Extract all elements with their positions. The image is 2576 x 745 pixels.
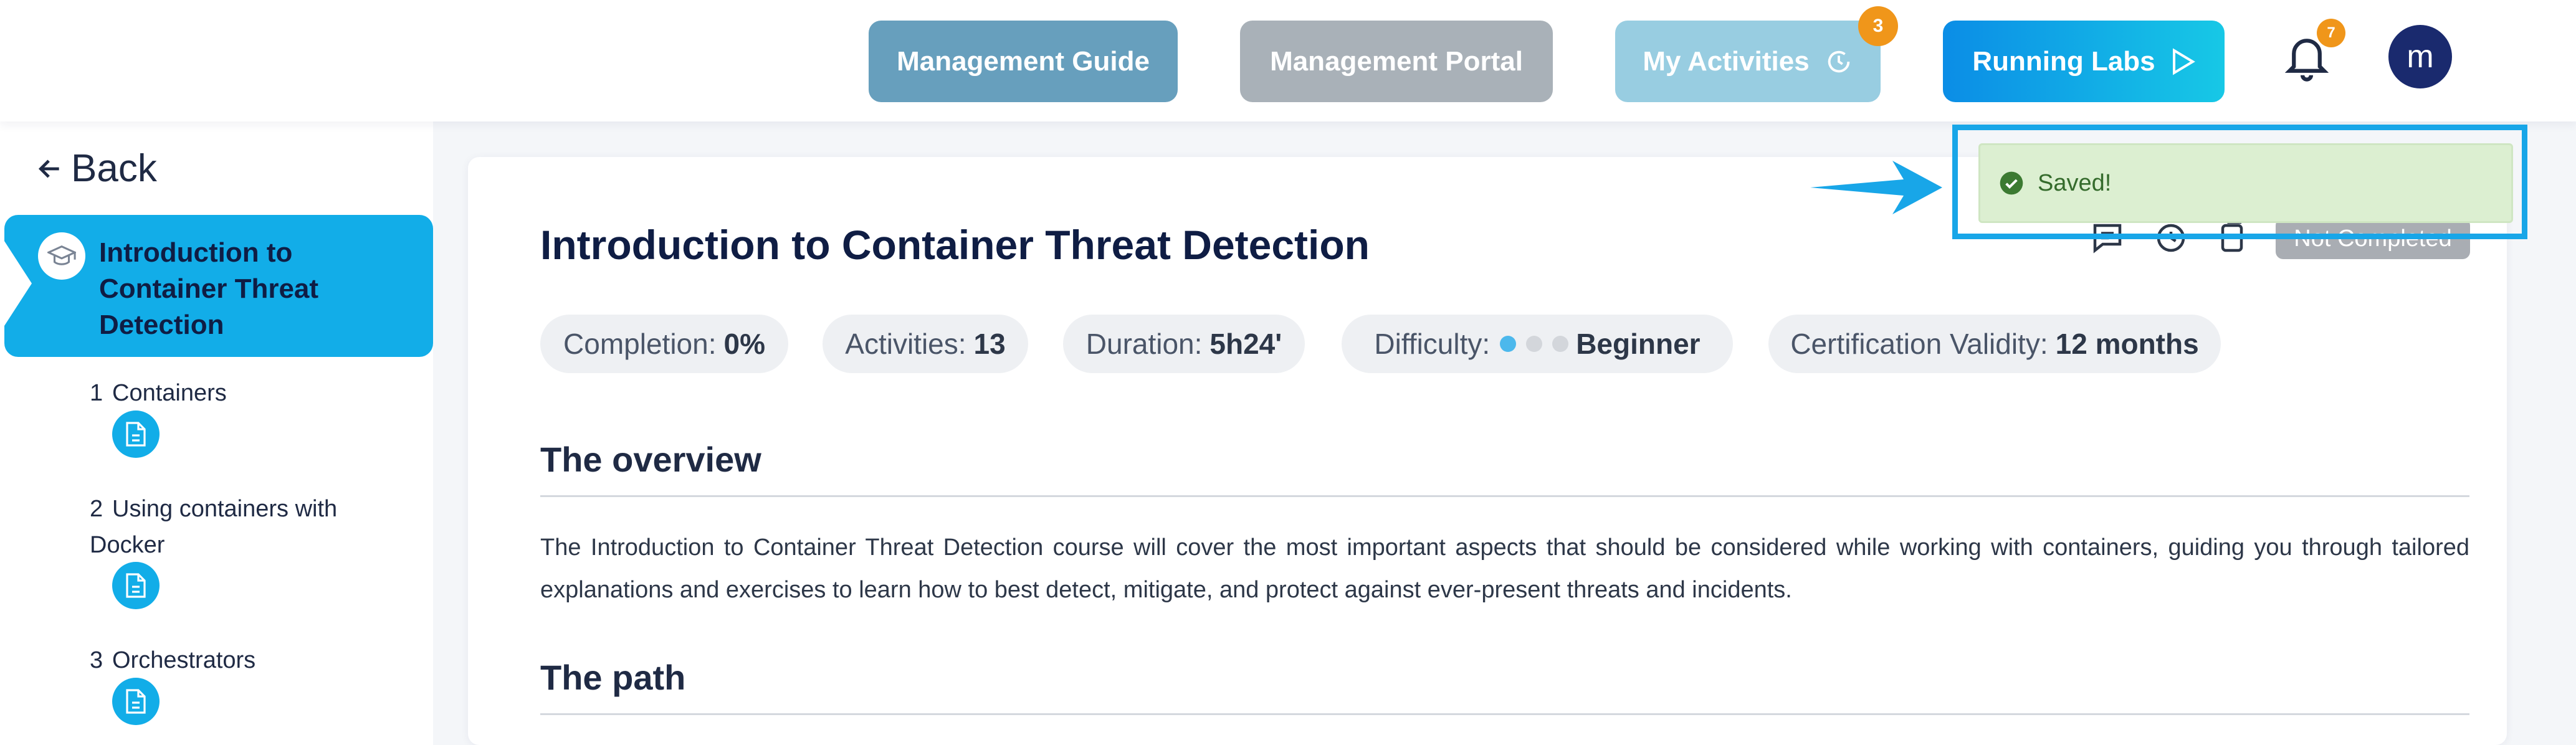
management-guide-button[interactable]: Management Guide — [869, 21, 1178, 102]
divider — [540, 713, 2469, 715]
completion-label: Completion: — [563, 328, 717, 360]
lesson-number: 1 — [90, 380, 103, 406]
duration-label: Duration: — [1085, 328, 1203, 360]
active-marker — [4, 241, 32, 326]
page-title: Introduction to Container Threat Detecti… — [540, 222, 1370, 268]
arrow-left-icon — [38, 159, 59, 178]
overview-heading: The overview — [540, 440, 761, 479]
certification-validity-stat: Certification Validity: 12 months — [1768, 315, 2221, 373]
back-label: Back — [71, 147, 157, 190]
sidebar-item-active-course[interactable]: Introduction to Container Threat Detecti… — [4, 215, 433, 357]
sidebar-item-lesson-1[interactable]: 1 Containers — [90, 375, 227, 411]
avatar[interactable]: m — [2388, 25, 2452, 88]
top-header: Management Guide Management Portal My Ac… — [0, 0, 2576, 121]
my-activities-button[interactable]: My Activities — [1615, 21, 1881, 102]
validity-value: 12 months — [2055, 328, 2199, 360]
difficulty-value: Beginner — [1576, 328, 1701, 360]
graduation-cap-icon — [38, 232, 85, 280]
difficulty-dot-1 — [1500, 336, 1517, 352]
lesson-label: Containers — [112, 380, 227, 406]
running-labs-button[interactable]: Running Labs — [1943, 21, 2225, 102]
difficulty-dot-3 — [1552, 336, 1569, 352]
lesson-label: Using containers with Docker — [90, 496, 338, 558]
duration-value: 5h24' — [1209, 328, 1282, 360]
sidebar-item-lesson-3[interactable]: 3 Orchestrators — [90, 642, 255, 678]
saved-toast: Saved! — [1978, 143, 2513, 223]
annotation-arrow-icon — [1810, 161, 1942, 214]
toast-message: Saved! — [2038, 169, 2112, 196]
active-course-title: Introduction to Container Threat Detecti… — [99, 237, 319, 340]
management-portal-label: Management Portal — [1270, 45, 1523, 77]
course-sidebar: Back Introduction to Container Threat De… — [0, 121, 433, 745]
lesson-number: 3 — [90, 647, 103, 673]
notifications-count-badge: 7 — [2317, 19, 2345, 47]
management-guide-label: Management Guide — [897, 45, 1150, 77]
difficulty-stat: Difficulty: Beginner — [1342, 315, 1733, 373]
divider — [540, 495, 2469, 497]
activities-label: Activities: — [845, 328, 966, 360]
overview-text: The Introduction to Container Threat Det… — [540, 534, 2469, 603]
completion-value: 0% — [723, 328, 765, 360]
document-icon[interactable] — [112, 410, 160, 458]
play-icon — [2172, 47, 2195, 75]
lesson-label: Orchestrators — [112, 647, 256, 673]
activities-stat: Activities: 13 — [823, 315, 1028, 373]
path-heading: The path — [540, 658, 686, 697]
check-circle-icon — [2000, 171, 2023, 195]
sidebar-item-lesson-2[interactable]: 2 Using containers with Docker — [90, 491, 364, 563]
my-activities-label: My Activities — [1643, 45, 1810, 77]
document-icon[interactable] — [112, 678, 160, 725]
back-link[interactable]: Back — [36, 146, 157, 191]
difficulty-label: Difficulty: — [1374, 328, 1491, 360]
completion-stat: Completion: 0% — [540, 315, 788, 373]
validity-label: Certification Validity: — [1790, 328, 2048, 360]
difficulty-dot-2 — [1526, 336, 1543, 352]
activities-value: 13 — [973, 328, 1006, 360]
management-portal-button[interactable]: Management Portal — [1240, 21, 1553, 102]
lesson-number: 2 — [90, 496, 103, 522]
duration-stat: Duration: 5h24' — [1063, 315, 1305, 373]
clock-icon — [1828, 50, 1849, 72]
activities-count-badge: 3 — [1858, 6, 1898, 46]
running-labs-label: Running Labs — [1972, 45, 2155, 77]
document-icon[interactable] — [112, 562, 160, 609]
